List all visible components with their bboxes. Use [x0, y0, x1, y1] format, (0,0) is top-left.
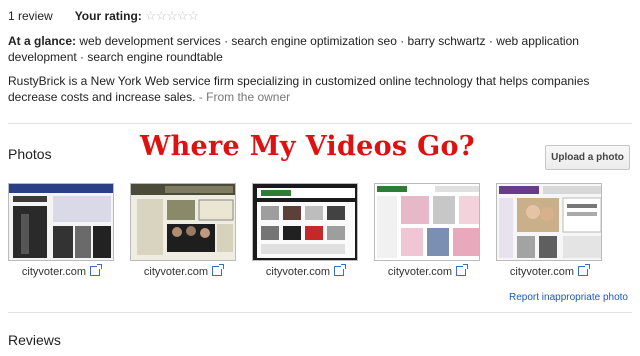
photo-caption[interactable]: cityvoter.com: [252, 264, 358, 278]
report-inappropriate-photo-link[interactable]: Report inappropriate photo: [509, 292, 628, 303]
your-rating-label: Your rating:: [74, 9, 142, 23]
reviews-heading: Reviews: [8, 332, 61, 348]
photo-caption[interactable]: cityvoter.com: [130, 264, 236, 278]
photo-caption[interactable]: cityvoter.com: [374, 264, 480, 278]
photo-caption-text: cityvoter.com: [143, 266, 209, 278]
description-text: RustyBrick is a New York Web service fir…: [8, 74, 590, 104]
divider: [8, 312, 632, 313]
website-screenshot-image: [9, 184, 113, 260]
rating-stars-icon[interactable]: ☆☆☆☆☆: [145, 8, 199, 24]
at-a-glance: At a glance: web development services · …: [8, 33, 630, 65]
external-link-icon: [334, 264, 347, 276]
external-link-icon: [456, 264, 469, 276]
overlay-title: Where My Videos Go?: [140, 131, 475, 162]
photo-thumbnail[interactable]: [496, 183, 602, 261]
business-description: RustyBrick is a New York Web service fir…: [8, 73, 628, 105]
website-screenshot-image: [131, 184, 235, 260]
photo-caption-text: cityvoter.com: [387, 266, 453, 278]
photo-caption[interactable]: cityvoter.com: [8, 264, 114, 278]
photo-thumbnail[interactable]: [374, 183, 480, 261]
upload-photo-button[interactable]: Upload a photo: [545, 145, 630, 170]
description-source: - From the owner: [198, 90, 291, 104]
photo-caption-text: cityvoter.com: [265, 266, 331, 278]
at-a-glance-text: web development services · search engine…: [8, 34, 579, 64]
website-screenshot-image: [253, 184, 357, 260]
photo-thumbnail[interactable]: [130, 183, 236, 261]
external-link-icon: [578, 264, 591, 276]
photo-caption[interactable]: cityvoter.com: [496, 264, 602, 278]
rating-summary: 1 review Your rating: ☆☆☆☆☆: [8, 8, 199, 24]
review-count[interactable]: 1 review: [8, 9, 53, 23]
photos-heading: Photos: [8, 146, 52, 162]
external-link-icon: [212, 264, 225, 276]
website-screenshot-image: [375, 184, 479, 260]
at-a-glance-label: At a glance:: [8, 34, 77, 48]
photo-thumbnail[interactable]: [8, 183, 114, 261]
divider: [8, 123, 632, 124]
photo-caption-text: cityvoter.com: [509, 266, 575, 278]
external-link-icon: [90, 264, 103, 276]
photo-caption-text: cityvoter.com: [21, 266, 87, 278]
photo-thumbnail[interactable]: [252, 183, 358, 261]
website-screenshot-image: [497, 184, 601, 260]
